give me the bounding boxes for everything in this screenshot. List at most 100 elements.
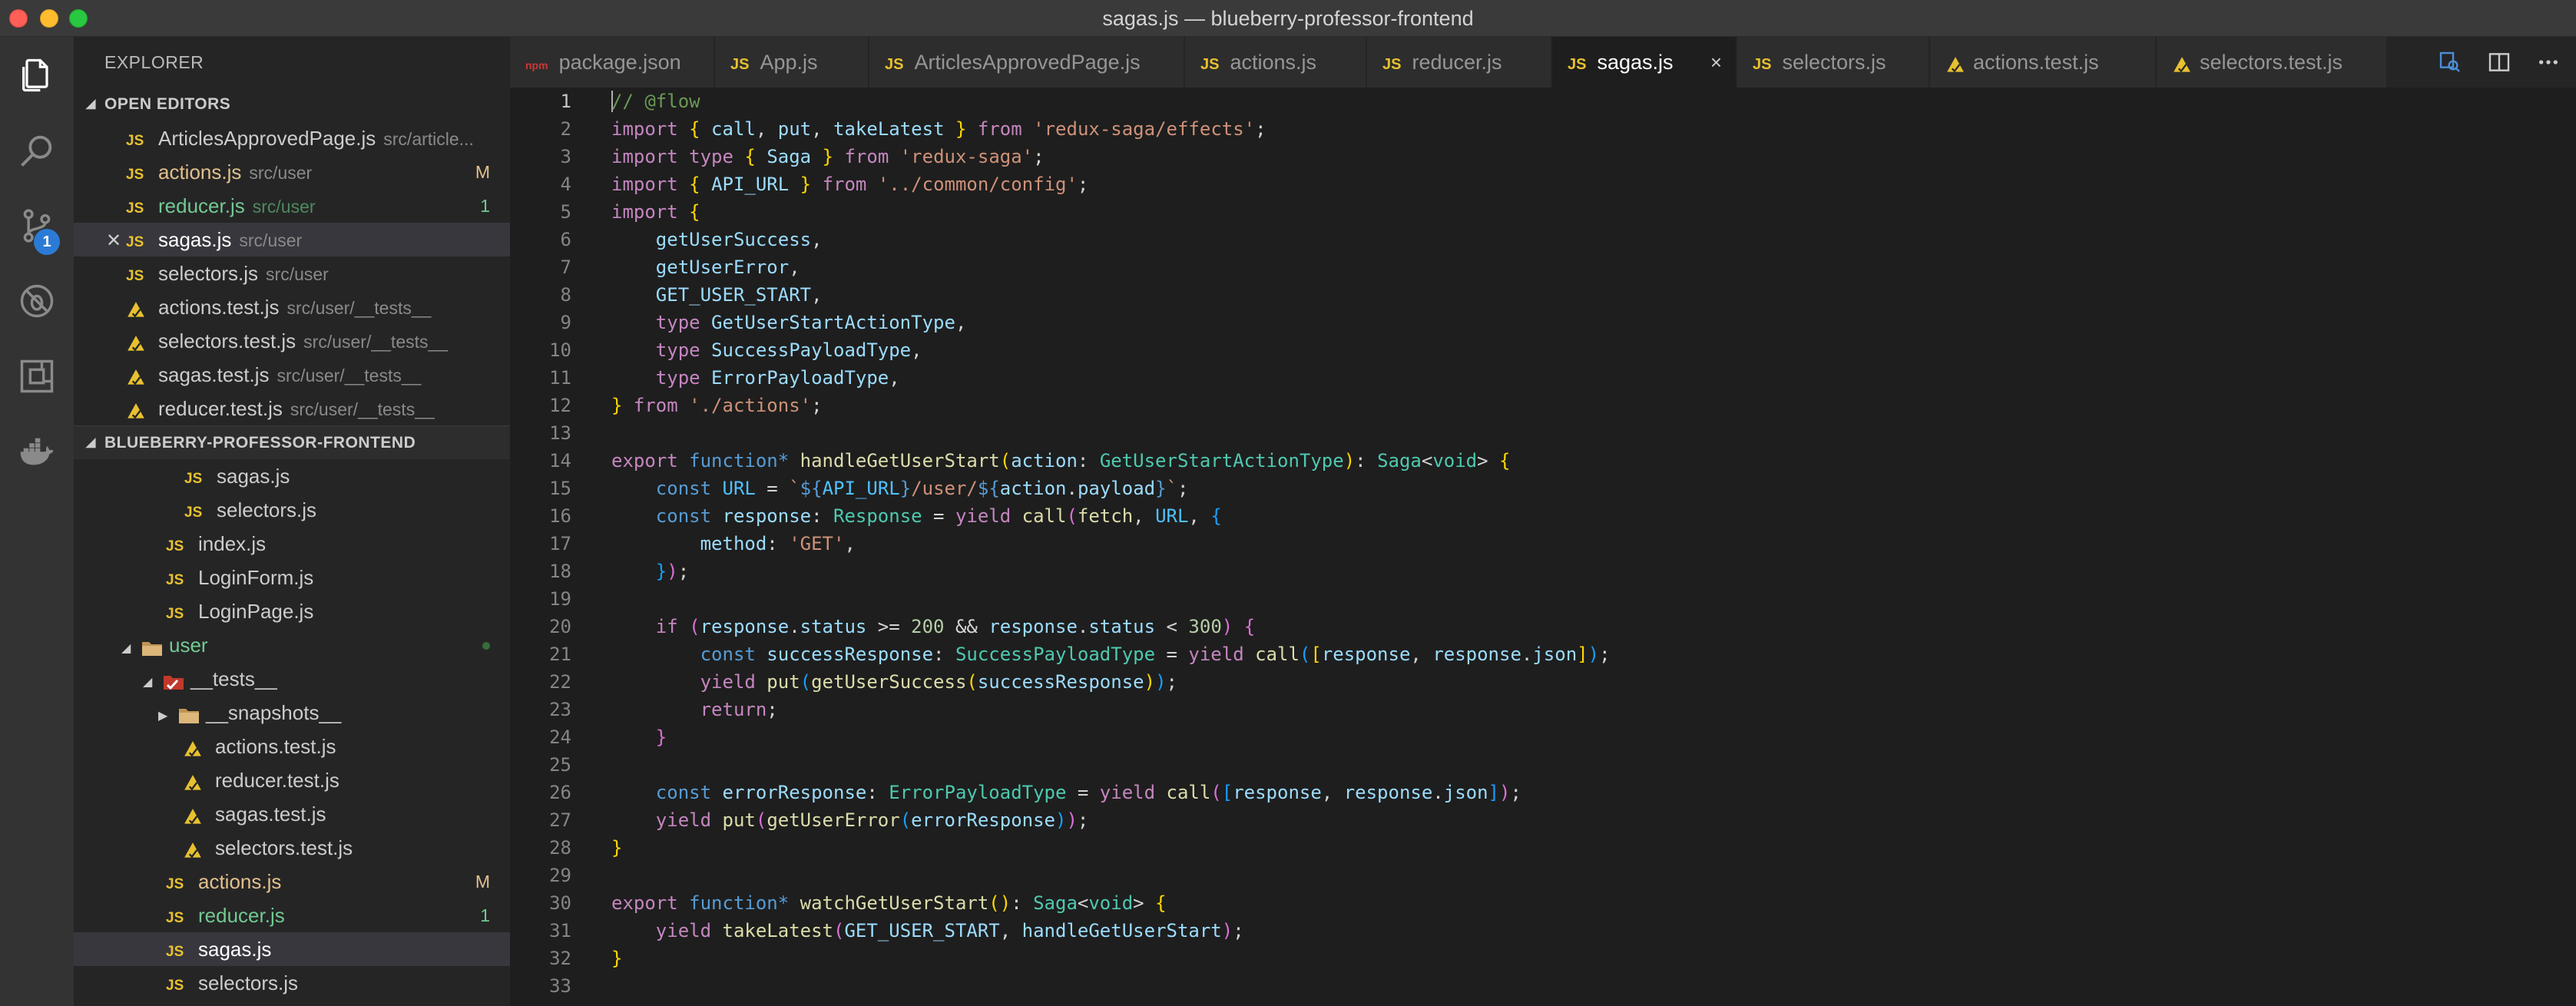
debug-icon[interactable]: [14, 278, 60, 324]
open-changes-icon[interactable]: [2427, 37, 2473, 88]
collapse-triangle-icon: ◢: [86, 98, 96, 111]
code-text: type ErrorPayloadType,: [655, 367, 900, 389]
chevron-right-icon: ▶: [158, 710, 168, 723]
test-file-icon: [1945, 38, 1973, 89]
test-file-icon: [126, 326, 158, 358]
status-dot: [482, 642, 490, 650]
js-file-icon: JS: [166, 944, 184, 960]
code-text: });: [655, 561, 690, 582]
tree-item[interactable]: JS LoginForm.js: [74, 561, 510, 594]
code-text: const successResponse: SuccessPayloadTyp…: [700, 644, 1611, 665]
problem-count-badge: 1: [480, 905, 490, 925]
tree-item[interactable]: selectors.test.js: [74, 831, 510, 865]
tree-item[interactable]: JS reducer.js 1: [74, 898, 510, 932]
tab-selectors-js[interactable]: JS selectors.js: [1737, 37, 1929, 88]
js-file-icon: JS: [885, 56, 904, 73]
tree-item[interactable]: JS LoginPage.js: [74, 594, 510, 628]
open-editor-item[interactable]: JS actions.js src/user M: [74, 155, 510, 189]
search-icon[interactable]: [14, 127, 60, 174]
line-number: 3: [560, 146, 571, 167]
test-file-icon: [183, 832, 215, 865]
tree-item[interactable]: JS index.js: [74, 527, 510, 561]
tree-item[interactable]: sagas.test.js: [74, 797, 510, 831]
docker-icon[interactable]: [14, 429, 60, 475]
test-file-icon: [126, 292, 158, 324]
more-actions-icon[interactable]: [2525, 37, 2571, 88]
open-editor-item-active[interactable]: ✕ JS sagas.js src/user: [74, 223, 510, 256]
tab-reducer-js[interactable]: JS reducer.js: [1367, 37, 1551, 88]
open-editors-header[interactable]: ◢ OPEN EDITORS: [74, 88, 510, 121]
line-number: 14: [549, 450, 571, 472]
line-number: 18: [549, 561, 571, 582]
close-icon[interactable]: ✕: [106, 224, 126, 256]
tab-sagas-js[interactable]: JS sagas.js ×: [1552, 37, 1737, 88]
open-editor-item[interactable]: selectors.test.js src/user/__tests__: [74, 324, 510, 358]
tree-item[interactable]: actions.test.js: [74, 730, 510, 763]
test-file-icon: [2172, 38, 2200, 89]
js-file-icon: JS: [166, 606, 184, 622]
js-file-icon: JS: [1200, 56, 1220, 73]
line-number: 27: [549, 809, 571, 831]
tree-item[interactable]: JS selectors.js: [74, 966, 510, 1000]
open-editor-item[interactable]: JS ArticlesApprovedPage.js src/article...: [74, 121, 510, 155]
js-file-icon: JS: [166, 538, 184, 554]
editor-tab-bar: npm package.json JS App.js JS ArticlesAppro…: [510, 37, 2576, 88]
test-file-icon: [183, 765, 215, 797]
tree-folder-snapshots[interactable]: ▶ __snapshots__: [74, 696, 510, 730]
line-number: 33: [549, 975, 571, 997]
tree-item[interactable]: JS actions.js M: [74, 865, 510, 898]
line-number: 32: [549, 948, 571, 969]
tab-articles-approved-page[interactable]: JS ArticlesApprovedPage.js: [869, 37, 1184, 88]
open-editor-item[interactable]: JS selectors.js src/user: [74, 256, 510, 290]
tab-selectors-test-js[interactable]: selectors.test.js: [2157, 37, 2387, 88]
tab-actions-test-js[interactable]: actions.test.js: [1930, 37, 2156, 88]
open-editor-item[interactable]: actions.test.js src/user/__tests__: [74, 290, 510, 324]
js-file-icon: JS: [1753, 56, 1772, 73]
tab-app-js[interactable]: JS App.js: [715, 37, 869, 88]
tree-item-selected[interactable]: JS sagas.js: [74, 932, 510, 966]
folder-icon: [178, 697, 206, 730]
npm-icon: npm: [525, 59, 548, 71]
open-editor-item[interactable]: sagas.test.js src/user/__tests__: [74, 358, 510, 392]
tab-close-icon[interactable]: ×: [1710, 37, 1722, 88]
code-editor[interactable]: 1 // @flow 2 import { call, put, takeLatest…: [510, 88, 2576, 1006]
project-header[interactable]: ◢ BLUEBERRY-PROFESSOR-FRONTEND: [74, 425, 510, 459]
code-text: method: 'GET',: [700, 533, 856, 554]
open-editor-item[interactable]: reducer.test.js src/user/__tests__: [74, 392, 510, 425]
explorer-icon[interactable]: [14, 52, 60, 98]
window-title: sagas.js — blueberry-professor-frontend: [1102, 7, 1474, 30]
tab-actions-js[interactable]: JS actions.js: [1185, 37, 1366, 88]
code-text: type SuccessPayloadType,: [655, 339, 922, 361]
tree-folder-user[interactable]: ◢ user: [74, 628, 510, 662]
line-number: 13: [549, 422, 571, 444]
code-text: yield put(getUserError(errorResponse));: [655, 809, 1089, 831]
js-file-icon: JS: [1382, 56, 1402, 73]
line-number: 29: [549, 865, 571, 886]
line-number: 5: [560, 201, 571, 223]
collapse-triangle-icon: ◢: [86, 436, 96, 449]
code-text: yield takeLatest(GET_USER_START, handleG…: [655, 920, 1244, 941]
line-number: 8: [560, 284, 571, 306]
js-file-icon: JS: [126, 268, 144, 284]
code-text: import { API_URL } from '../common/confi…: [611, 174, 1089, 195]
extensions-icon[interactable]: [14, 353, 60, 399]
open-editor-item[interactable]: JS reducer.js src/user 1: [74, 189, 510, 223]
tree-item[interactable]: JS selectors.js: [74, 493, 510, 527]
split-editor-icon[interactable]: [2476, 37, 2522, 88]
line-number: 6: [560, 229, 571, 250]
tree-item[interactable]: JS sagas.js: [74, 459, 510, 493]
js-file-icon: JS: [730, 56, 750, 73]
modified-badge: M: [475, 872, 490, 892]
code-text: }: [611, 948, 623, 969]
tree-item[interactable]: reducer.test.js: [74, 763, 510, 797]
tree-folder-tests[interactable]: ◢ __tests__: [74, 662, 510, 696]
problem-count-badge: 1: [480, 196, 490, 216]
js-file-icon: JS: [1568, 56, 1587, 73]
code-text: export function* handleGetUserStart(acti…: [611, 450, 1511, 472]
explorer-title: EXPLORER: [104, 52, 204, 72]
test-file-icon: [126, 393, 158, 425]
code-text: getUserError,: [655, 256, 800, 278]
explorer-sidebar: EXPLORER ◢ OPEN EDITORS JS ArticlesApprov…: [74, 37, 510, 1006]
js-file-icon: JS: [166, 978, 184, 994]
tab-package-json[interactable]: npm package.json: [510, 37, 714, 88]
